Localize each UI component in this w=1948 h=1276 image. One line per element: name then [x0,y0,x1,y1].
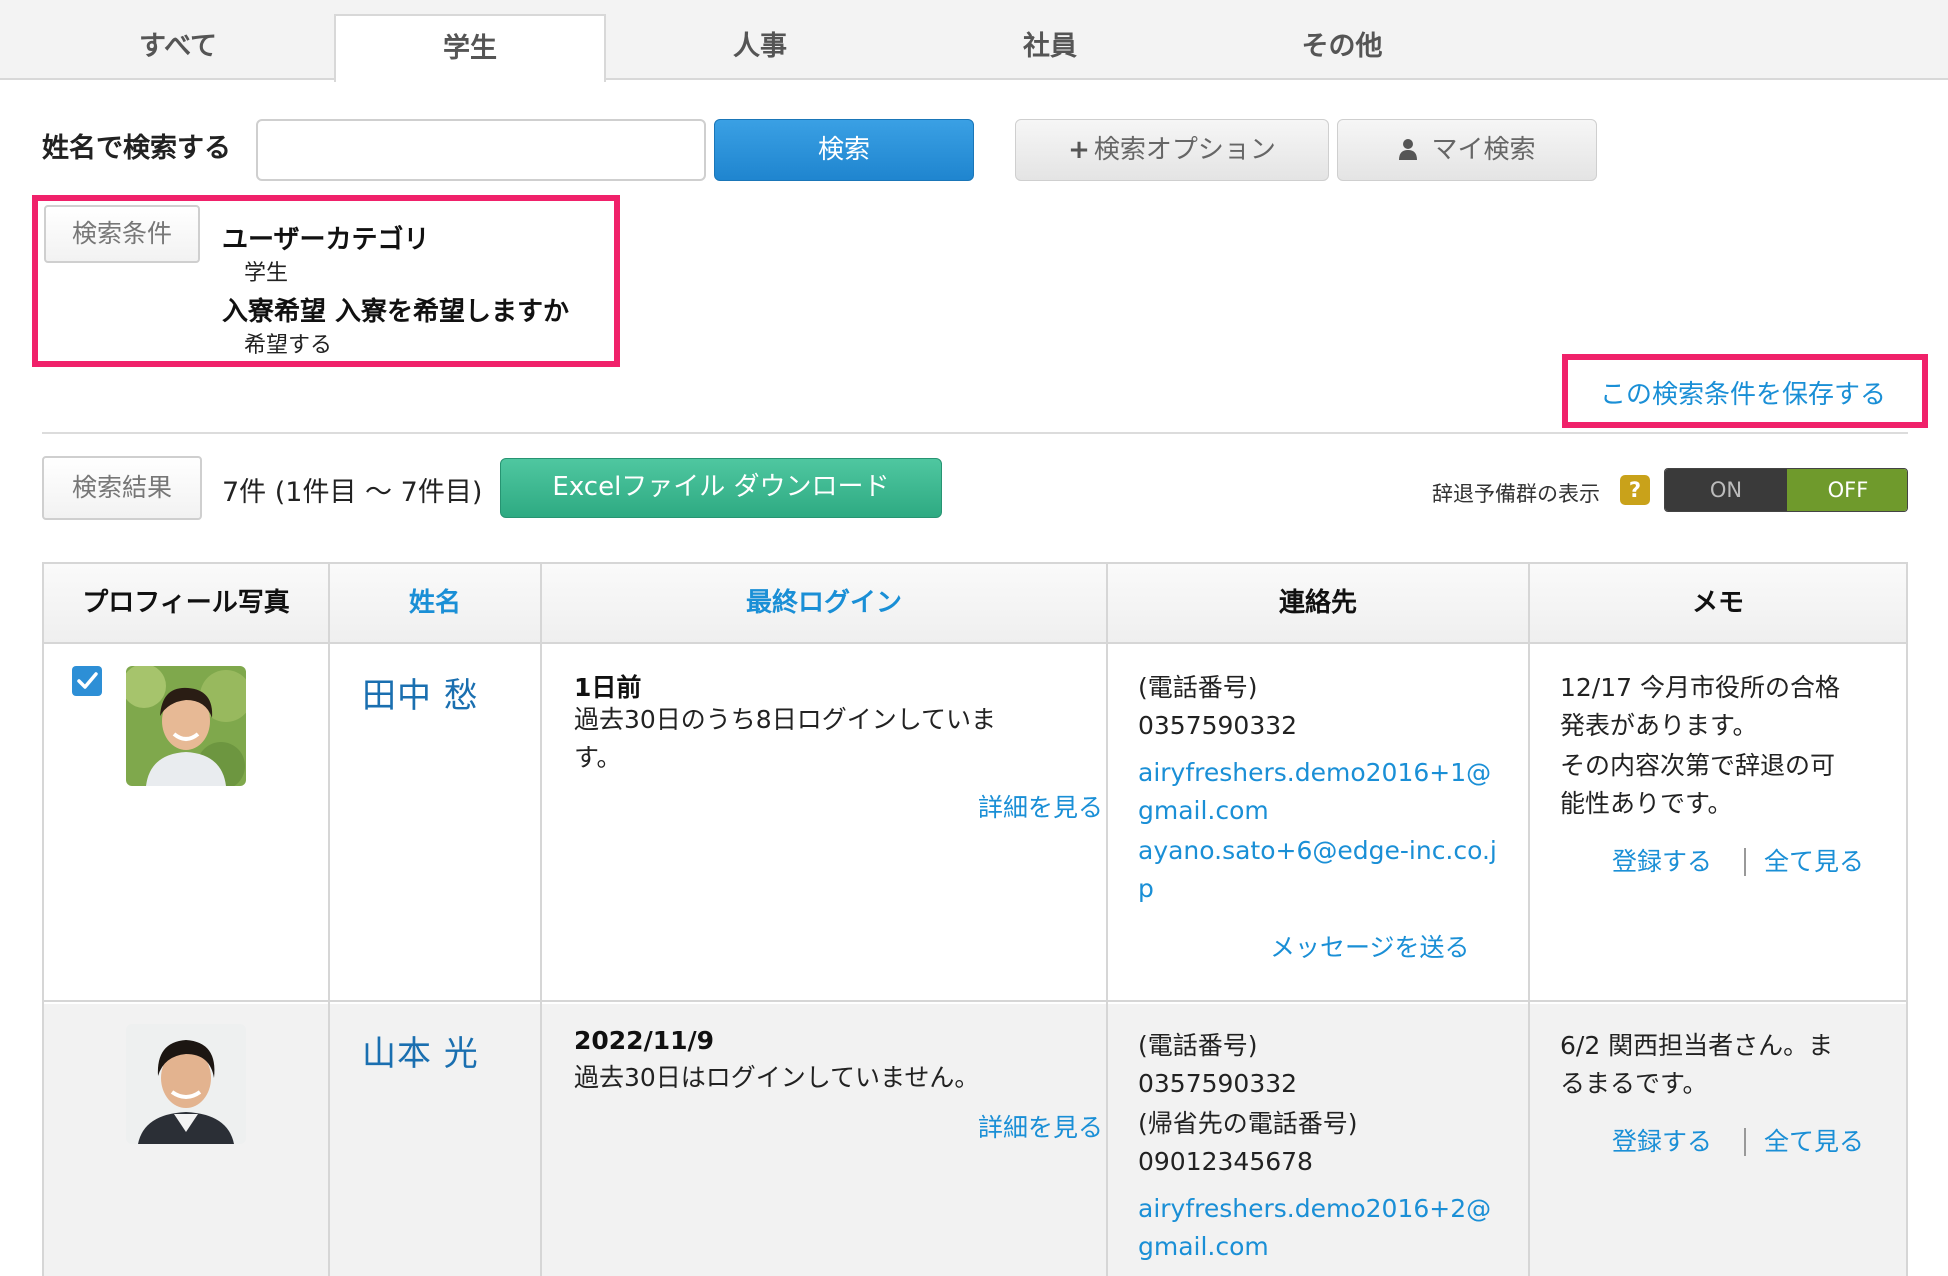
header-photo: プロフィール写真 [82,588,290,618]
table-row: 山本 光 2022/11/9 過去30日はログインしていません。 詳細を見る (… [44,1004,1906,1276]
results-table: プロフィール写真 姓名 最終ログイン 連絡先 メモ 田中 愁 1日前 過去30日… [42,562,1908,1276]
save-conditions-box: この検索条件を保存する [1562,354,1928,428]
condition-value: 学生 [244,261,289,286]
last-login-value: 1日前 [574,673,642,702]
memo-text: 12/17 今月市役所の合格 [1560,673,1840,702]
link-separator [1744,1128,1746,1156]
column-divider [1106,564,1108,1276]
avatar [126,666,246,786]
my-search-label: マイ検索 [1431,135,1536,165]
help-icon[interactable]: ? [1620,475,1650,505]
search-label: 姓名で検索する [42,133,231,164]
conditions-tag: 検索条件 [44,205,200,263]
table-header: プロフィール写真 姓名 最終ログイン 連絡先 メモ [44,564,1906,644]
toggle-off[interactable]: OFF [1787,469,1907,511]
home-phone-value: 09012345678 [1138,1147,1313,1176]
checked-icon[interactable] [72,666,102,696]
toggle-on[interactable]: ON [1665,469,1787,511]
memo-text: その内容次第で辞退の可 [1560,751,1836,780]
withdraw-display-label: 辞退予備群の表示 [1432,482,1600,506]
header-memo: メモ [1691,588,1744,618]
student-name-link[interactable]: 山本 光 [362,1026,479,1075]
detail-link[interactable]: 詳細を見る [978,1108,1103,1144]
tab-all[interactable]: すべて [42,14,314,80]
send-message-link[interactable]: メッセージを送る [1270,928,1470,964]
result-count: 7件 (1件目 〜 7件目) [222,477,483,508]
phone-label: (電話番号) [1138,1031,1258,1060]
results-tag: 検索結果 [42,456,202,520]
search-option-label: 検索オプション [1093,135,1276,165]
search-option-button[interactable]: + 検索オプション [1015,119,1329,181]
tab-other[interactable]: その他 [1206,14,1478,80]
email-link[interactable]: ayano.sato+6@edge-inc.co.j [1138,836,1497,865]
table-row: 田中 愁 1日前 過去30日のうち8日ログインしていま す。 詳細を見る (電話… [44,646,1906,1002]
condition-title: ユーザーカテゴリ [222,225,430,255]
save-conditions-link[interactable]: この検索条件を保存する [1600,374,1886,411]
avatar [126,1024,246,1144]
student-name-link[interactable]: 田中 愁 [362,668,479,717]
tab-hr[interactable]: 人事 [624,14,896,80]
divider [42,432,1908,434]
category-tabs: すべて 学生 人事 社員 その他 [0,0,1948,82]
login-note: 過去30日のうち8日ログインしていま [574,705,996,734]
memo-text: 発表があります。 [1560,711,1758,740]
email-link[interactable]: gmail.com [1138,796,1269,825]
tab-student[interactable]: 学生 [334,14,606,82]
memo-text: 能性ありです。 [1560,789,1733,818]
register-memo-link[interactable]: 登録する [1612,842,1712,878]
column-divider [1528,564,1530,1276]
memo-text: るまるです。 [1560,1069,1708,1098]
excel-download-button[interactable]: Excelファイル ダウンロード [500,458,942,518]
register-memo-link[interactable]: 登録する [1612,1122,1712,1158]
login-note: 過去30日はログインしていません。 [574,1063,980,1092]
email-link[interactable]: gmail.com [1138,1232,1269,1261]
home-phone-label: (帰省先の電話番号) [1138,1109,1358,1138]
column-divider [328,564,330,1276]
user-icon [1398,135,1427,165]
condition-value: 希望する [244,333,333,358]
header-name[interactable]: 姓名 [330,564,540,644]
detail-link[interactable]: 詳細を見る [978,788,1103,824]
withdraw-toggle[interactable]: ON OFF [1664,468,1908,512]
header-contact: 連絡先 [1278,588,1357,618]
link-separator [1744,848,1746,876]
search-button[interactable]: 検索 [714,119,974,181]
condition-title: 入寮希望 入寮を希望しますか [222,297,570,327]
header-last-login[interactable]: 最終ログイン [542,564,1106,644]
phone-value: 0357590332 [1138,1069,1298,1098]
email-link[interactable]: airyfreshers.demo2016+2@ [1138,1194,1491,1223]
last-login-value: 2022/11/9 [574,1026,715,1055]
tab-employee[interactable]: 社員 [914,14,1186,80]
phone-label: (電話番号) [1138,673,1258,702]
login-note: す。 [574,743,622,772]
search-input[interactable] [256,119,706,181]
view-all-memo-link[interactable]: 全て見る [1764,1122,1864,1158]
email-link[interactable]: p [1138,874,1154,903]
column-divider [540,564,542,1276]
search-conditions-box: 検索条件 ユーザーカテゴリ 学生 入寮希望 入寮を希望しますか 希望する [32,195,620,367]
plus-icon: + [1068,135,1090,165]
phone-value: 0357590332 [1138,711,1298,740]
my-search-button[interactable]: マイ検索 [1337,119,1597,181]
view-all-memo-link[interactable]: 全て見る [1764,842,1864,878]
memo-text: 6/2 関西担当者さん。ま [1560,1031,1834,1060]
email-link[interactable]: airyfreshers.demo2016+1@ [1138,758,1491,787]
